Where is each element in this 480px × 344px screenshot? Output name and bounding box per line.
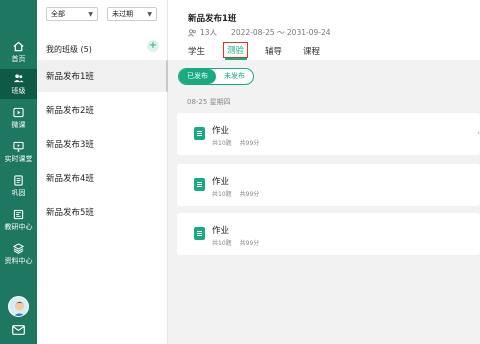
avatar[interactable] xyxy=(8,296,29,317)
tab-tutoring[interactable]: 辅导 xyxy=(265,45,282,57)
grade-filter-value: 全部 xyxy=(51,10,65,18)
nav-label: 巩固 xyxy=(11,188,26,197)
nav-item-resources[interactable]: 资料中心 xyxy=(0,239,37,269)
layers-icon xyxy=(13,242,24,254)
class-list-panel: 全部 ▼ 未过期 ▼ 我的班级 (5) + 新品发布1班 新品发布2班 新品发布… xyxy=(37,0,168,344)
people-icon xyxy=(188,28,196,37)
assignment-card[interactable]: 作业 共10题 共99分 ‹ xyxy=(177,113,480,155)
assignment-card[interactable]: 作业 共10题 共99分 xyxy=(177,213,480,255)
assignment-title: 作业 xyxy=(212,126,230,136)
add-class-button[interactable]: + xyxy=(147,40,159,52)
student-count: 13人 xyxy=(200,28,218,37)
play-icon xyxy=(13,107,24,117)
nav-label: 教研中心 xyxy=(4,222,33,231)
assignment-title: 作业 xyxy=(212,177,230,187)
class-item[interactable]: 新品发布1班 xyxy=(37,60,168,92)
assignment-card[interactable]: 作业 共10题 共99分 xyxy=(177,164,480,206)
total-score: 共99分 xyxy=(239,140,260,147)
assignment-meta: 共10题 共99分 xyxy=(212,189,259,198)
active-tab-indicator xyxy=(225,58,247,60)
document-icon xyxy=(194,227,205,240)
nav-item-consolidate[interactable]: 巩固 xyxy=(0,171,37,201)
page-title: 新品发布1班 xyxy=(188,14,237,24)
nav-rail: 首页 班级 微课 实时课堂 巩固 教研中心 资料中心 xyxy=(0,0,37,344)
research-icon xyxy=(13,209,24,219)
total-score: 共99分 xyxy=(239,240,260,247)
nav-label: 首页 xyxy=(11,54,26,63)
tab-quiz[interactable]: 测验 xyxy=(223,42,249,58)
period-filter-value: 未过期 xyxy=(112,10,133,18)
home-icon xyxy=(13,41,24,51)
nav-label: 班级 xyxy=(11,86,26,95)
class-header: 新品发布1班 13人 2022-08-25 ～ 2031-09-24 学生 测验… xyxy=(168,0,480,60)
nav-label: 资料中心 xyxy=(4,256,33,265)
people-icon xyxy=(13,73,24,82)
chevron-down-icon: ▼ xyxy=(147,10,152,18)
class-item[interactable]: 新品发布4班 xyxy=(37,162,168,194)
class-item[interactable]: 新品发布3班 xyxy=(37,128,168,160)
assignment-meta: 共10题 共99分 xyxy=(212,238,259,247)
live-icon xyxy=(13,141,24,152)
tab-courses[interactable]: 课程 xyxy=(303,45,320,57)
question-count: 共10题 xyxy=(212,240,232,247)
document-icon xyxy=(194,127,205,140)
tab-students[interactable]: 学生 xyxy=(188,45,205,57)
chevron-down-icon: ▼ xyxy=(88,10,93,18)
assignment-title: 作业 xyxy=(212,226,230,236)
document-icon xyxy=(194,178,205,191)
scrollbar[interactable] xyxy=(166,60,168,92)
nav-label: 微课 xyxy=(11,120,26,129)
nav-item-microclass[interactable]: 微课 xyxy=(0,103,37,133)
publish-status-toggle: 已发布 未发布 xyxy=(178,68,254,85)
avatar-icon xyxy=(13,301,26,316)
assignment-meta: 共10题 共99分 xyxy=(212,138,259,147)
nav-item-home[interactable]: 首页 xyxy=(0,37,37,67)
unpublished-button[interactable]: 未发布 xyxy=(216,69,253,84)
class-item[interactable]: 新品发布2班 xyxy=(37,94,168,126)
question-count: 共10题 xyxy=(212,140,232,147)
document-icon xyxy=(14,174,23,186)
question-count: 共10题 xyxy=(212,191,232,198)
nav-item-class[interactable]: 班级 xyxy=(0,69,37,99)
mail-icon[interactable] xyxy=(12,325,25,335)
date-group-label: 08-25 星期四 xyxy=(187,98,231,106)
published-button[interactable]: 已发布 xyxy=(179,69,216,84)
my-classes-heading: 我的班级 (5) xyxy=(46,45,92,54)
date-range: 2022-08-25 ～ 2031-09-24 xyxy=(231,28,331,37)
total-score: 共99分 xyxy=(239,191,260,198)
class-item[interactable]: 新品发布5班 xyxy=(37,196,168,228)
grade-filter-select[interactable]: 全部 ▼ xyxy=(46,7,98,21)
nav-item-live[interactable]: 实时课堂 xyxy=(0,137,37,167)
nav-item-research[interactable]: 教研中心 xyxy=(0,205,37,235)
class-meta: 13人 2022-08-25 ～ 2031-09-24 xyxy=(188,27,331,38)
period-filter-select[interactable]: 未过期 ▼ xyxy=(107,7,157,21)
nav-label: 实时课堂 xyxy=(4,154,33,163)
